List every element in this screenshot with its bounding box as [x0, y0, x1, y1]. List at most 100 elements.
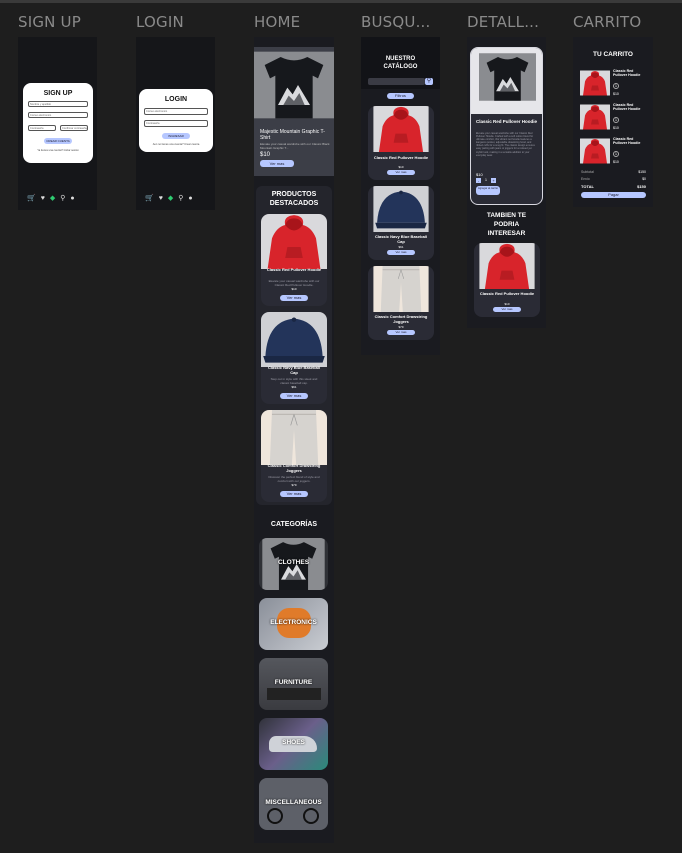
signup-password-field[interactable]: Contraseña — [28, 125, 56, 131]
total-value: $150 — [637, 184, 646, 189]
ver-mas-button[interactable]: Ver mas — [280, 295, 308, 301]
hoodie-image — [580, 136, 610, 166]
category-electronics[interactable]: ELECTRONICS — [259, 598, 328, 650]
product-price: $10 — [398, 165, 404, 169]
signup-confirm-field[interactable]: Confirmar contraseña — [60, 125, 88, 131]
category-clothes[interactable]: CLOTHES — [259, 538, 328, 590]
product-card[interactable]: Classic Navy Blue Baseball Cap Step out … — [261, 312, 327, 404]
signup-card: SIGN UP Nombre y apellido Correo electro… — [23, 83, 93, 163]
ver-mas-button[interactable]: Ver mas — [493, 307, 521, 312]
column-title-detalle: DETALL... — [467, 13, 540, 31]
login-submit-button[interactable]: INGRESAR — [162, 133, 190, 139]
column-title-home: HOME — [254, 13, 301, 31]
category-miscellaneous[interactable]: MISCELLANEOUS — [259, 778, 328, 830]
total-label: TOTAL — [581, 184, 594, 189]
product-card[interactable]: Classic Comfort Drawstring Joggers $79 V… — [368, 266, 434, 340]
search-input[interactable] — [368, 78, 425, 85]
product-card[interactable]: Classic Red Pullover Hoodie $10 Ver mas — [368, 106, 434, 180]
qty-minus-button[interactable]: - — [476, 178, 481, 183]
bottom-nav: 🛒 ♥ ◆ ⚲ ● — [27, 192, 75, 204]
hoodie-image — [580, 68, 610, 98]
product-card[interactable]: Classic Red Pullover Hoodie Elevate your… — [261, 214, 327, 306]
login-footer-link[interactable]: Aun no tienes una cuenta? Crear cuenta — [139, 143, 213, 146]
pay-button[interactable]: Pagar — [581, 192, 646, 198]
subtotal-value: $150 — [638, 170, 646, 174]
cart-item: Classic Red Pullover Hoodie 1 $10 — [580, 136, 648, 168]
heart-icon[interactable]: ♥ — [41, 195, 45, 202]
product-price: $10 — [504, 302, 510, 306]
envio-label: Envio — [581, 177, 590, 181]
create-account-button[interactable]: CREAR CUENTA — [44, 138, 72, 144]
cart-icon[interactable]: 🛒 — [27, 195, 36, 202]
logo-icon[interactable]: ◆ — [50, 195, 55, 202]
ver-mas-button[interactable]: Ver mas — [387, 170, 415, 175]
login-screen: LOGIN Correo electronico Contraseña INGR… — [136, 37, 215, 210]
hoodie-image — [580, 102, 610, 132]
cart-item-price: $10 — [613, 160, 619, 164]
ver-mas-button[interactable]: Ver mas — [280, 491, 308, 497]
product-price: $61 — [291, 385, 297, 389]
detail-desc: Elevate your casual wardrobe with our Cl… — [476, 132, 535, 157]
cart-title: TU CARRITO — [593, 51, 633, 58]
product-price: $79 — [398, 325, 404, 329]
product-price: $10 — [291, 287, 297, 291]
ver-mas-button[interactable]: Ver mas — [387, 330, 415, 335]
column-title-carrito: CARRITO — [573, 13, 642, 31]
search-button-icon[interactable]: ⚲ — [425, 78, 433, 85]
detail-screen: Classic Red Pullover Hoodie Elevate your… — [467, 37, 546, 328]
cart-item: Classic Red Pullover Hoodie 1 $10 — [580, 102, 648, 134]
categories-title: CATEGORÍAS — [270, 521, 318, 528]
user-icon[interactable]: ● — [188, 195, 192, 202]
hero-price: $10 — [260, 152, 271, 158]
wheel-icon — [303, 808, 319, 824]
signup-screen: SIGN UP Nombre y apellido Correo electro… — [18, 37, 97, 210]
catalog-title: NUESTRO CATÁLOGO — [383, 56, 418, 70]
filter-button[interactable]: Filtros — [387, 93, 414, 99]
search-screen: NUESTRO CATÁLOGO ⚲ Filtros Classic Red P… — [361, 37, 440, 355]
cart-item: Classic Red Pullover Hoodie 1 $10 — [580, 68, 648, 100]
cap-image — [261, 312, 327, 367]
hero-banner[interactable]: Majestic Mountain Graphic T-Shirt Elevat… — [254, 47, 334, 176]
hero-ver-mas-button[interactable]: Ver mas — [260, 160, 294, 167]
category-furniture[interactable]: FURNITURE — [259, 658, 328, 710]
product-name: Classic Navy Blue Baseball Cap — [374, 234, 428, 244]
hero-desc: Elevate your casual wardrobe with our Cl… — [260, 142, 330, 150]
signup-name-field[interactable]: Nombre y apellido — [28, 101, 88, 107]
search-icon[interactable]: ⚲ — [178, 195, 183, 202]
product-desc: Elevate your casual wardrobe with our Cl… — [268, 279, 320, 287]
cart-item-qty[interactable]: 1 — [613, 117, 619, 123]
home-screen: Majestic Mountain Graphic T-Shirt Elevat… — [254, 37, 334, 843]
cart-icon[interactable]: 🛒 — [145, 195, 154, 202]
ver-mas-button[interactable]: Ver mas — [280, 393, 308, 399]
product-card[interactable]: Classic Red Pullover Hoodie $10 Ver mas — [474, 243, 540, 317]
cart-item-qty[interactable]: 1 — [613, 83, 619, 89]
product-card[interactable]: Classic Navy Blue Baseball Cap $61 Ver m… — [368, 186, 434, 260]
ver-mas-button[interactable]: Ver mas — [387, 250, 415, 255]
heart-icon[interactable]: ♥ — [159, 195, 163, 202]
category-label: CLOTHES — [277, 559, 310, 566]
user-icon[interactable]: ● — [70, 195, 74, 202]
product-price: $79 — [291, 483, 297, 487]
qty-plus-button[interactable]: + — [491, 178, 496, 183]
product-card[interactable]: Classic Comfort Drawstring Joggers Disco… — [261, 410, 327, 502]
hoodie-image — [474, 243, 540, 289]
category-shoes[interactable]: SHOES — [259, 718, 328, 770]
hoodie-image — [368, 106, 434, 152]
cart-item-qty[interactable]: 1 — [613, 151, 619, 157]
hoodie-image — [261, 214, 327, 269]
login-email-field[interactable]: Correo electronico — [144, 108, 208, 115]
detail-name: Classic Red Pullover Hoodie — [476, 119, 538, 124]
cart-item-price: $10 — [613, 126, 619, 130]
category-label: ELECTRONICS — [270, 619, 317, 626]
detail-card: Classic Red Pullover Hoodie Elevate your… — [470, 47, 543, 205]
product-name: Classic Red Pullover Hoodie — [266, 267, 322, 272]
signup-email-field[interactable]: Correo electronico — [28, 112, 88, 118]
add-to-cart-button[interactable]: Agregar al carrito — [476, 186, 500, 195]
logo-icon[interactable]: ◆ — [168, 195, 173, 202]
login-password-field[interactable]: Contraseña — [144, 120, 208, 127]
cart-item-price: $10 — [613, 92, 619, 96]
search-icon[interactable]: ⚲ — [60, 195, 65, 202]
top-border — [0, 0, 682, 3]
qty-value: 1 — [485, 178, 487, 182]
signup-footer-link[interactable]: Ya tienes una cuenta? Iniciar sesion — [23, 149, 93, 152]
